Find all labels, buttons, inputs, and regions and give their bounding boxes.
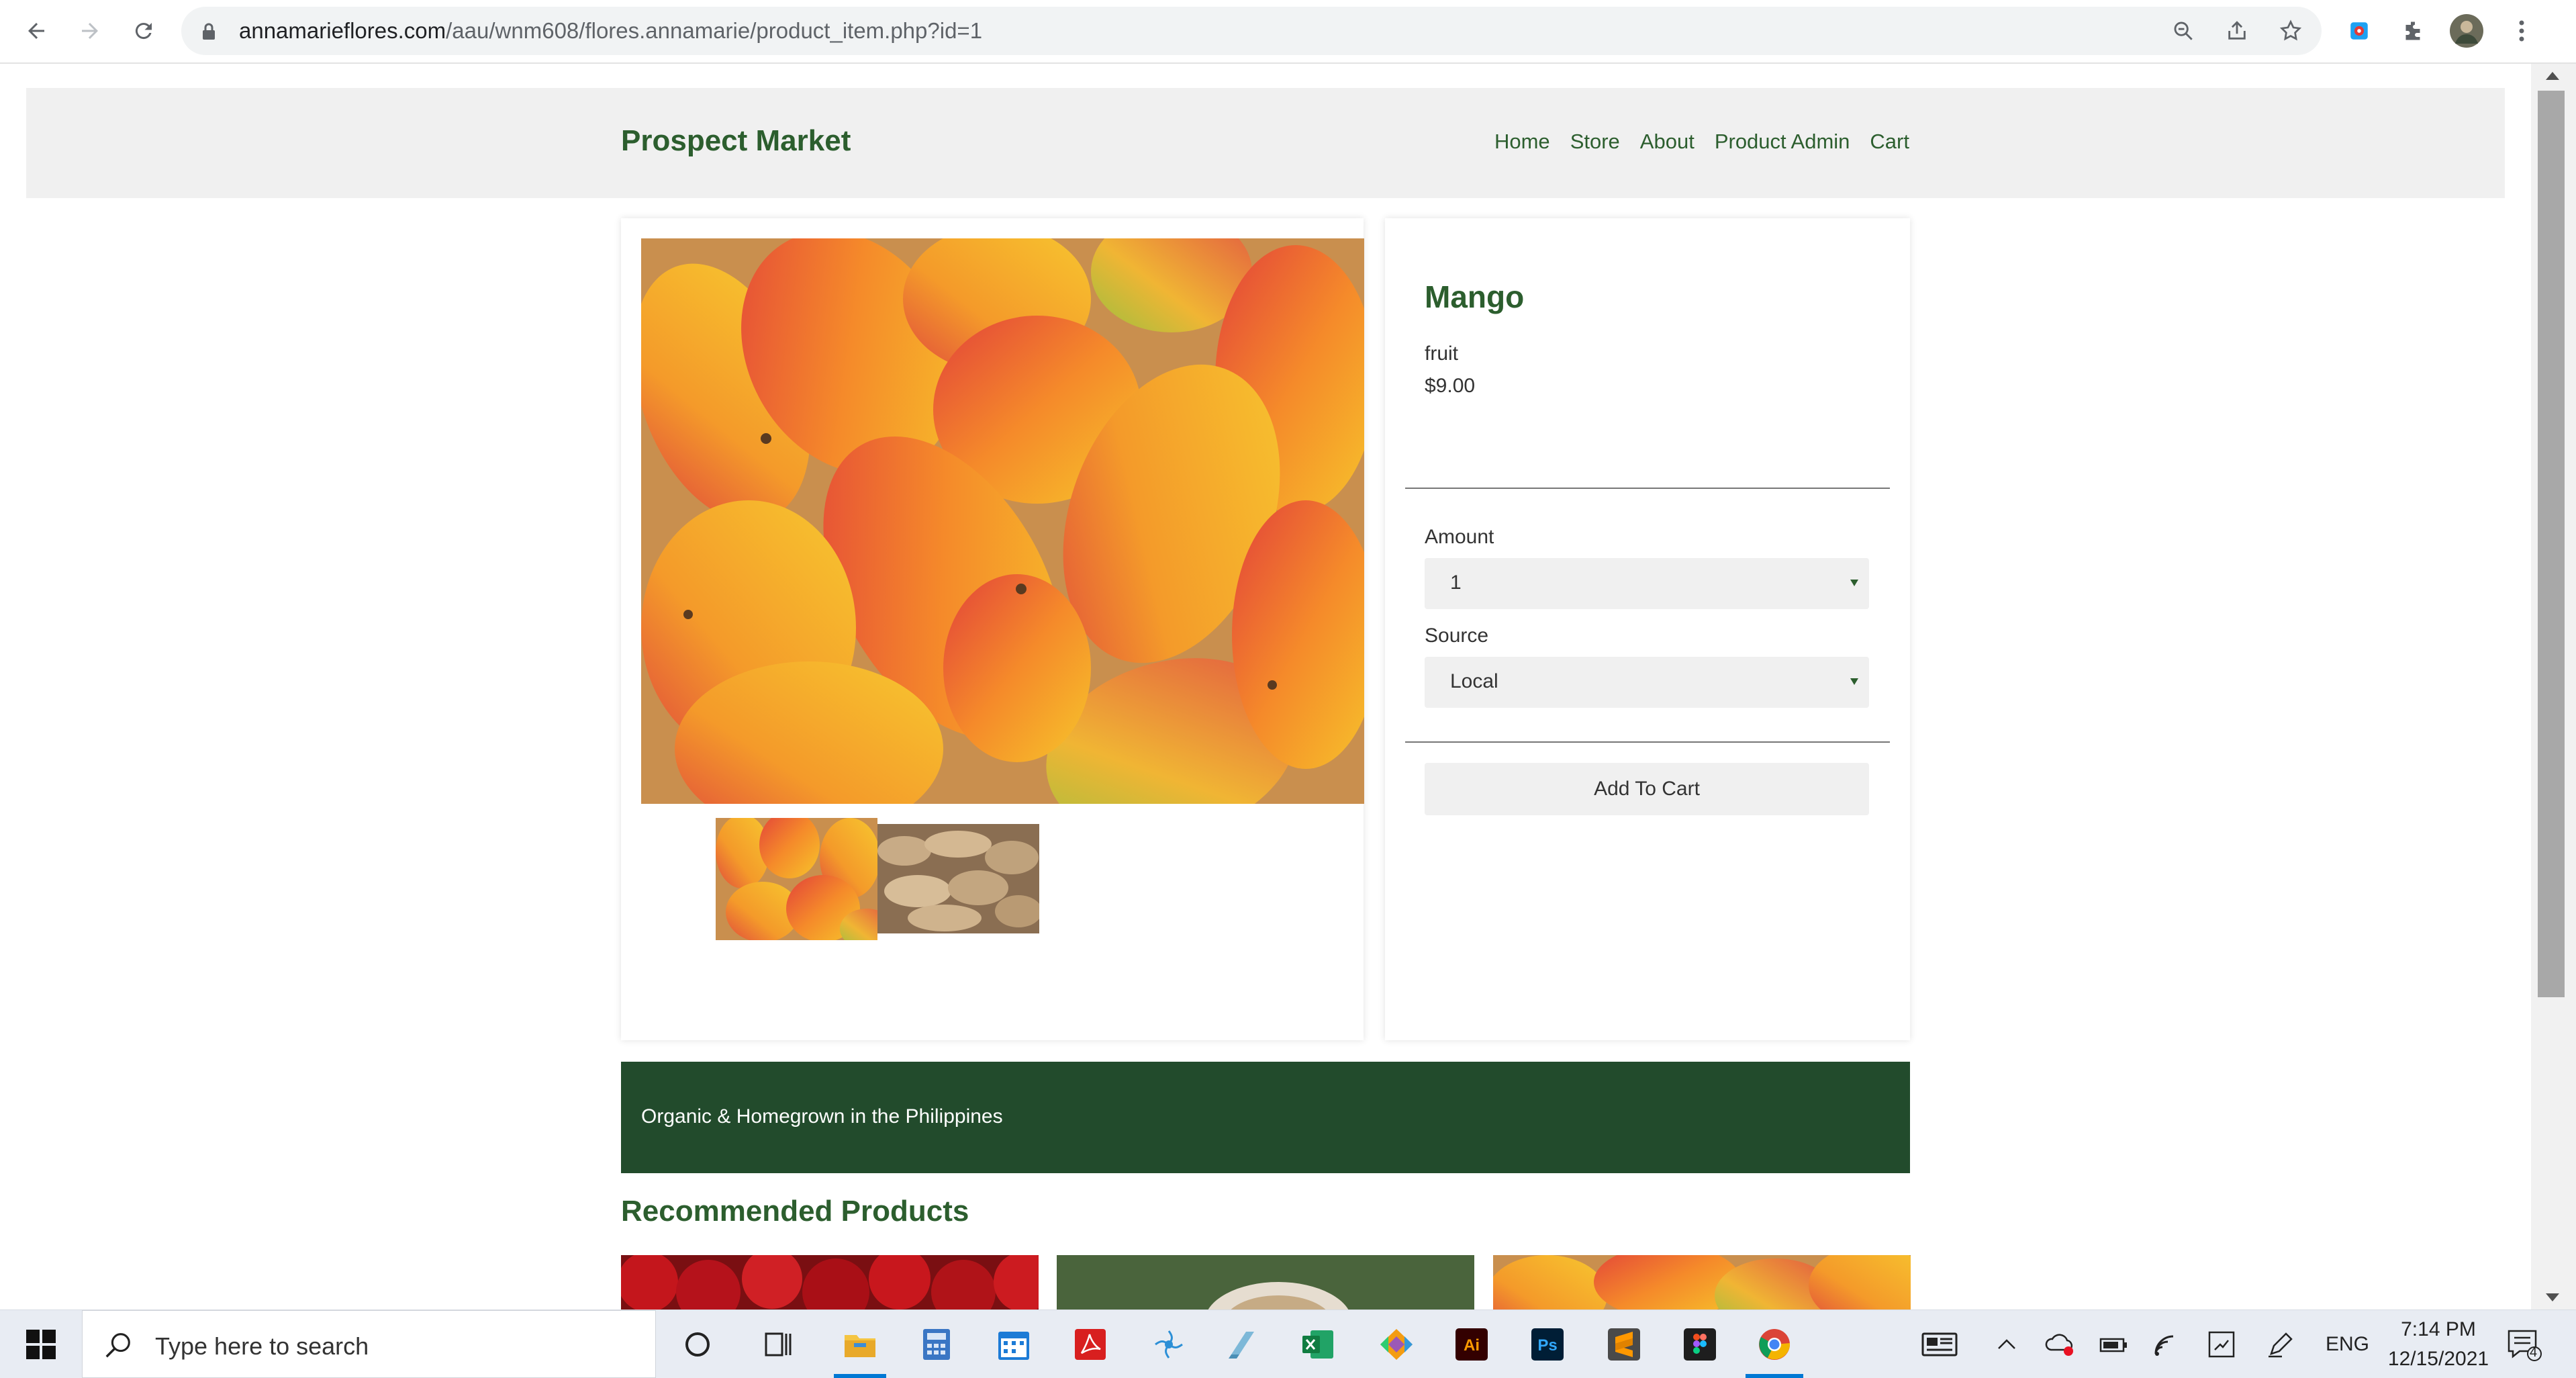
amount-value: 1 [1450, 571, 1462, 594]
scroll-up-icon[interactable] [2546, 72, 2559, 80]
git-app-icon[interactable] [1377, 1325, 1416, 1364]
file-explorer-icon[interactable] [841, 1325, 879, 1364]
svg-text:Ps: Ps [1537, 1336, 1557, 1354]
source-label: Source [1425, 625, 1489, 647]
divider [1405, 488, 1890, 489]
amount-select[interactable]: 1 [1425, 558, 1869, 609]
notification-count: 4 [2530, 1345, 2538, 1360]
page-content: Prospect Market Home Store About Product… [0, 64, 2531, 1310]
promo-banner: Organic & Homegrown in the Philippines [621, 1062, 1910, 1173]
onedrive-icon[interactable] [2041, 1325, 2080, 1364]
puzzle-icon[interactable] [2394, 12, 2432, 50]
chrome-icon[interactable] [1755, 1325, 1794, 1364]
recommended-product-apples[interactable] [621, 1255, 1039, 1310]
back-icon[interactable] [17, 12, 55, 50]
reload-icon[interactable] [125, 12, 162, 50]
add-to-cart-button[interactable]: Add To Cart [1425, 763, 1869, 815]
language-indicator[interactable]: ENG [2326, 1333, 2369, 1356]
search-placeholder: Type here to search [155, 1332, 369, 1360]
forward-icon[interactable] [71, 12, 109, 50]
nav-product-admin[interactable]: Product Admin [1715, 130, 1850, 154]
news-icon[interactable] [1920, 1325, 1959, 1364]
product-main-image [633, 212, 1380, 839]
clock-date[interactable]: 12/15/2021 [2381, 1348, 2496, 1371]
calendar-icon[interactable] [994, 1325, 1033, 1364]
lock-icon [201, 23, 216, 43]
active-indicator [1746, 1374, 1803, 1378]
more-icon[interactable] [2503, 12, 2540, 50]
product-images-card [621, 212, 1380, 1040]
search-icon [103, 1330, 134, 1363]
url-text: annamarieflores.com/aau/wnm608/flores.an… [239, 18, 983, 43]
scroll-thumb[interactable] [2538, 91, 2565, 997]
product-category: fruit [1425, 342, 1459, 365]
svg-text:Ai: Ai [1464, 1336, 1480, 1354]
main-nav: Home Store About Product Admin Cart [1494, 130, 1909, 154]
battery-icon[interactable] [2095, 1325, 2134, 1364]
profile-avatar[interactable] [2448, 12, 2485, 50]
recommended-product-ginger[interactable] [1057, 1255, 1474, 1310]
brand-logo[interactable]: Prospect Market [621, 124, 851, 158]
active-indicator [834, 1374, 886, 1378]
location-icon[interactable] [2202, 1325, 2241, 1364]
recommended-title: Recommended Products [621, 1195, 969, 1228]
recommended-product-mango[interactable] [1493, 1255, 1911, 1310]
share-icon[interactable] [2222, 16, 2252, 46]
product-title: Mango [1425, 279, 1525, 314]
product-price: $9.00 [1425, 375, 1476, 397]
chevron-down-icon [1850, 580, 1858, 586]
address-bar[interactable]: annamarieflores.com/aau/wnm608/flores.an… [181, 7, 2322, 55]
divider [1405, 741, 1890, 743]
thumbnail-ginger[interactable] [877, 824, 1042, 933]
page-scrollbar[interactable] [2531, 64, 2576, 1310]
banner-text: Organic & Homegrown in the Philippines [641, 1105, 1003, 1128]
nav-cart[interactable]: Cart [1870, 130, 1909, 154]
browser-toolbar: annamarieflores.com/aau/wnm608/flores.an… [0, 0, 2576, 64]
snip-tool-icon[interactable] [1149, 1325, 1188, 1364]
taskbar-search[interactable]: Type here to search [82, 1310, 656, 1378]
windows-start-icon[interactable] [21, 1325, 60, 1364]
excel-icon[interactable] [1298, 1325, 1337, 1364]
sublime-text-icon[interactable] [1605, 1325, 1643, 1364]
wifi-icon[interactable] [2148, 1325, 2187, 1364]
photoshop-icon[interactable]: Ps [1528, 1325, 1567, 1364]
amount-label: Amount [1425, 526, 1494, 548]
windows-taskbar: Type here to search Ai Ps ENG 7:14 PM 12… [0, 1310, 2576, 1378]
source-value: Local [1450, 670, 1498, 692]
thumbnail-mango[interactable] [716, 811, 894, 949]
notification-icon[interactable]: 4 [2504, 1325, 2543, 1364]
nav-home[interactable]: Home [1494, 130, 1550, 154]
pen-icon[interactable] [2261, 1325, 2300, 1364]
acrobat-icon[interactable] [1071, 1325, 1110, 1364]
extension-icon[interactable] [2340, 12, 2378, 50]
nav-about[interactable]: About [1640, 130, 1695, 154]
site-header: Prospect Market Home Store About Product… [26, 88, 2505, 198]
calculator-icon[interactable] [917, 1325, 956, 1364]
clock-time[interactable]: 7:14 PM [2391, 1318, 2485, 1341]
scroll-down-icon[interactable] [2546, 1293, 2559, 1301]
source-select[interactable]: Local [1425, 657, 1869, 708]
zoom-icon[interactable] [2168, 16, 2198, 46]
task-view-icon[interactable] [759, 1325, 798, 1364]
nav-store[interactable]: Store [1570, 130, 1620, 154]
notes-app-icon[interactable] [1223, 1325, 1262, 1364]
figma-icon[interactable] [1680, 1325, 1719, 1364]
chevron-up-icon[interactable] [1987, 1325, 2026, 1364]
cortana-icon[interactable] [678, 1325, 717, 1364]
product-details-card: Mango fruit $9.00 Amount 1 Source Local … [1385, 218, 1910, 1040]
chevron-down-icon [1850, 678, 1858, 685]
star-icon[interactable] [2276, 16, 2305, 46]
illustrator-icon[interactable]: Ai [1452, 1325, 1491, 1364]
